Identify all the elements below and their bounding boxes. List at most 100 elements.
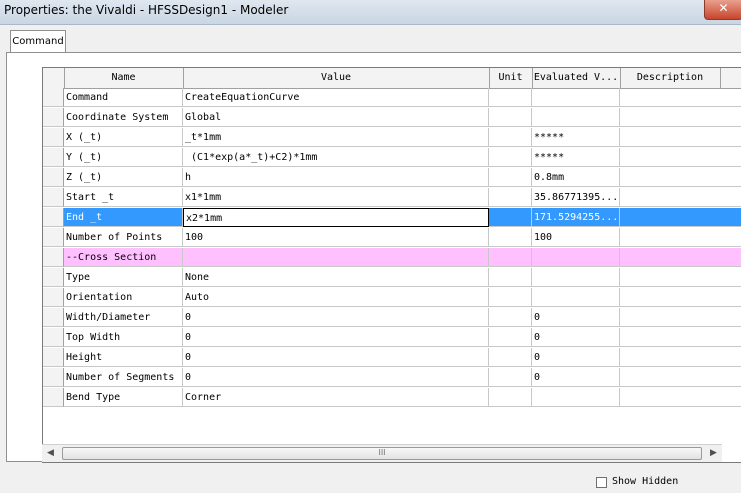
table-row[interactable]: Coordinate System Global	[43, 108, 741, 128]
cell-description[interactable]	[620, 328, 741, 347]
table-row[interactable]: Bend Type Corner	[43, 388, 741, 408]
cell-unit[interactable]	[489, 348, 532, 367]
table-row[interactable]: Width/Diameter 0 0	[43, 308, 741, 328]
table-row[interactable]: Height 0 0	[43, 348, 741, 368]
cell-evaluated[interactable]: *****	[532, 128, 620, 147]
table-row[interactable]: Command CreateEquationCurve	[43, 88, 741, 108]
cell-evaluated[interactable]: 0	[532, 308, 620, 327]
cell-evaluated[interactable]	[532, 248, 620, 267]
table-row[interactable]: Number of Points 100 100	[43, 228, 741, 248]
horizontal-scrollbar[interactable]: ◀ III ▶	[42, 444, 722, 462]
cell-unit[interactable]	[489, 188, 532, 207]
row-selector[interactable]	[43, 268, 64, 287]
cell-evaluated[interactable]: 0	[532, 368, 620, 387]
cell-evaluated[interactable]: 171.5294255...	[532, 208, 620, 227]
cell-unit[interactable]	[489, 328, 532, 347]
column-header-name[interactable]: Name	[64, 68, 184, 88]
cell-evaluated[interactable]	[532, 268, 620, 287]
cell-unit[interactable]	[489, 88, 532, 107]
cell-description[interactable]	[620, 348, 741, 367]
row-selector[interactable]	[43, 168, 64, 187]
cell-description[interactable]	[620, 108, 741, 127]
cell-description[interactable]	[620, 148, 741, 167]
cell-unit[interactable]	[489, 308, 532, 327]
cell-value[interactable]	[183, 248, 489, 267]
cell-description[interactable]	[620, 308, 741, 327]
tab-command[interactable]: Command	[10, 30, 66, 52]
cell-evaluated[interactable]	[532, 388, 620, 407]
cell-description[interactable]	[620, 248, 741, 267]
scroll-right-icon[interactable]: ▶	[705, 445, 722, 462]
table-row[interactable]: X (_t) _t*1mm *****	[43, 128, 741, 148]
cell-description[interactable]	[620, 268, 741, 287]
table-row[interactable]: Type None	[43, 268, 741, 288]
row-selector[interactable]	[43, 108, 64, 127]
cell-unit[interactable]	[489, 388, 532, 407]
cell-value[interactable]: 0	[183, 308, 489, 327]
row-selector[interactable]	[43, 228, 64, 247]
row-selector[interactable]	[43, 128, 64, 147]
cell-value[interactable]: 100	[183, 228, 489, 247]
cell-evaluated[interactable]: 0	[532, 348, 620, 367]
row-selector[interactable]	[43, 348, 64, 367]
cell-value[interactable]: (C1*exp(a*_t)+C2)*1mm	[183, 148, 489, 167]
cell-value[interactable]: CreateEquationCurve	[183, 88, 489, 107]
cell-evaluated[interactable]: *****	[532, 148, 620, 167]
cell-unit[interactable]	[489, 148, 532, 167]
cell-value[interactable]: None	[183, 268, 489, 287]
cell-value[interactable]: Global	[183, 108, 489, 127]
cell-evaluated[interactable]: 0	[532, 328, 620, 347]
row-selector[interactable]	[43, 368, 64, 387]
column-header-unit[interactable]: Unit	[489, 68, 533, 88]
row-selector[interactable]	[43, 388, 64, 407]
cell-unit[interactable]	[489, 108, 532, 127]
cell-description[interactable]	[620, 388, 741, 407]
row-selector[interactable]	[43, 288, 64, 307]
table-row[interactable]: Z (_t) h 0.8mm	[43, 168, 741, 188]
column-header-description[interactable]: Description	[620, 68, 721, 88]
section-row[interactable]: --Cross Section	[43, 248, 741, 268]
cell-description[interactable]	[620, 168, 741, 187]
scroll-left-icon[interactable]: ◀	[42, 445, 59, 462]
table-row[interactable]: Start _t x1*1mm 35.86771395...	[43, 188, 741, 208]
cell-value[interactable]: 0	[183, 368, 489, 387]
cell-description[interactable]	[620, 88, 741, 107]
cell-evaluated[interactable]: 35.86771395...	[532, 188, 620, 207]
cell-value[interactable]: 0	[183, 328, 489, 347]
cell-description[interactable]	[620, 208, 741, 227]
cell-value[interactable]: Corner	[183, 388, 489, 407]
cell-value[interactable]: Auto	[183, 288, 489, 307]
cell-unit[interactable]	[489, 368, 532, 387]
cell-description[interactable]	[620, 128, 741, 147]
cell-value[interactable]: 0	[183, 348, 489, 367]
row-selector[interactable]	[43, 188, 64, 207]
cell-evaluated[interactable]	[532, 88, 620, 107]
cell-evaluated[interactable]: 100	[532, 228, 620, 247]
row-selector[interactable]	[43, 248, 64, 267]
cell-evaluated[interactable]: 0.8mm	[532, 168, 620, 187]
table-row[interactable]: Y (_t) (C1*exp(a*_t)+C2)*1mm *****	[43, 148, 741, 168]
row-selector[interactable]	[43, 88, 64, 107]
cell-evaluated[interactable]	[532, 108, 620, 127]
cell-unit[interactable]	[489, 288, 532, 307]
row-selector[interactable]	[43, 208, 64, 227]
cell-value[interactable]: x2*1mm	[183, 208, 489, 227]
cell-description[interactable]	[620, 288, 741, 307]
column-header-value[interactable]: Value	[183, 68, 490, 88]
cell-unit[interactable]	[489, 268, 532, 287]
row-selector[interactable]	[43, 148, 64, 167]
close-button[interactable]: ✕	[704, 0, 741, 20]
table-row[interactable]: End _t x2*1mm 171.5294255...	[43, 208, 741, 228]
column-header-evaluated[interactable]: Evaluated V...	[532, 68, 621, 88]
checkbox-box[interactable]	[596, 477, 607, 488]
cell-unit[interactable]	[489, 208, 532, 227]
cell-unit[interactable]	[489, 168, 532, 187]
cell-value[interactable]: x1*1mm	[183, 188, 489, 207]
table-row[interactable]: Top Width 0 0	[43, 328, 741, 348]
scroll-thumb[interactable]: III	[62, 447, 702, 460]
cell-description[interactable]	[620, 368, 741, 387]
cell-description[interactable]	[620, 228, 741, 247]
cell-value[interactable]: h	[183, 168, 489, 187]
table-row[interactable]: Orientation Auto	[43, 288, 741, 308]
row-selector[interactable]	[43, 308, 64, 327]
